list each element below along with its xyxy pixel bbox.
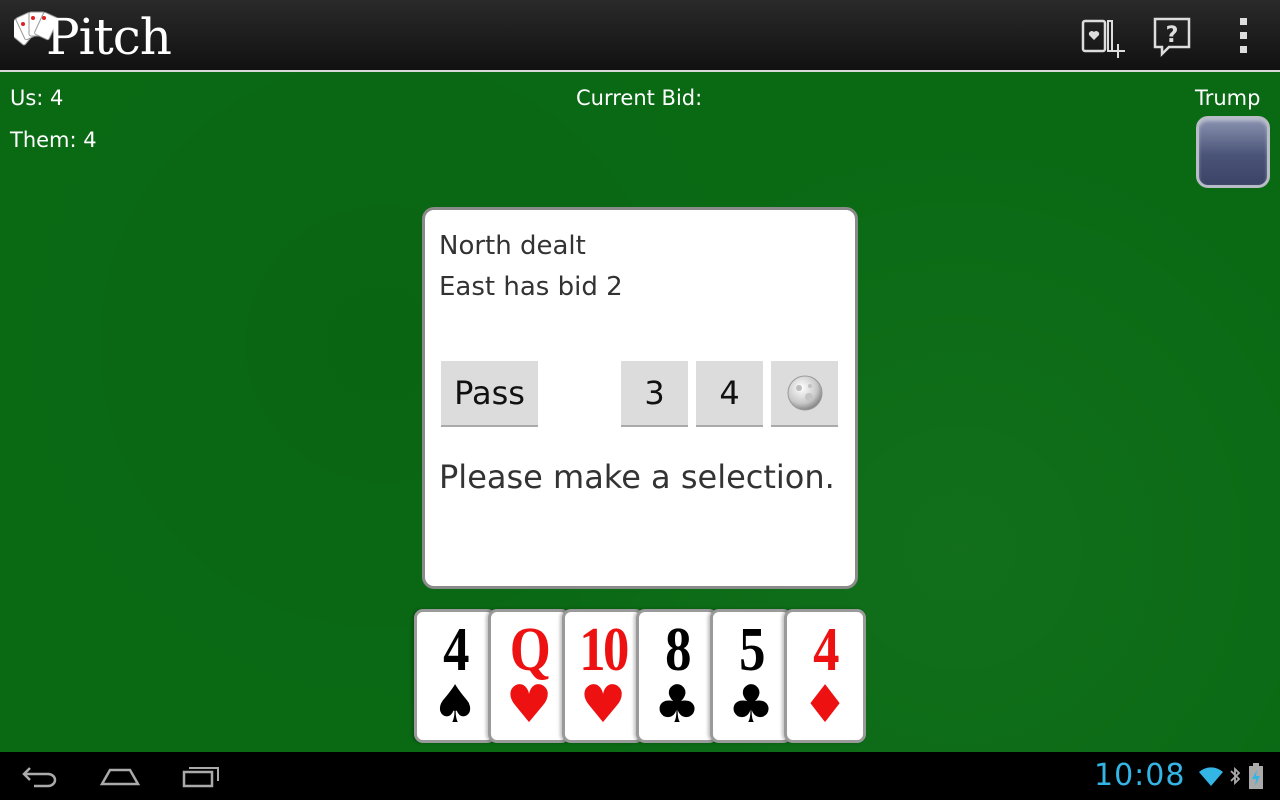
- card-4-diamonds[interactable]: 4 ♦: [784, 609, 866, 743]
- card-4-spades[interactable]: 4 ♠: [414, 609, 496, 743]
- overflow-menu-button[interactable]: [1220, 12, 1268, 60]
- message-dealer: North dealt: [439, 231, 586, 261]
- shoot-moon-button[interactable]: [771, 361, 838, 427]
- recent-apps-icon: [182, 767, 219, 788]
- trump-label: Trump: [1195, 86, 1261, 110]
- app-title: Pitch: [46, 8, 172, 66]
- svg-text:?: ?: [1166, 23, 1179, 48]
- selection-prompt: Please make a selection.: [439, 458, 835, 496]
- clock: 10:08: [1094, 758, 1186, 793]
- message-last-bid: East has bid 2: [439, 272, 623, 302]
- heart-icon: ♥: [579, 675, 627, 735]
- recent-apps-button[interactable]: [176, 760, 224, 792]
- overflow-menu-icon: [1240, 18, 1247, 53]
- action-bar: Pitch ?: [0, 0, 1280, 72]
- bluetooth-icon: [1230, 766, 1241, 786]
- club-icon: ♣: [727, 675, 775, 735]
- back-button[interactable]: [16, 760, 64, 792]
- battery-icon: [1249, 763, 1263, 789]
- us-score: Us: 4: [10, 86, 64, 110]
- home-icon: [99, 768, 141, 786]
- home-button[interactable]: [96, 760, 144, 792]
- current-bid-label: Current Bid:: [576, 86, 703, 110]
- help-button[interactable]: ?: [1148, 12, 1196, 60]
- card-5-clubs[interactable]: 5 ♣: [710, 609, 792, 743]
- new-deal-button[interactable]: [1078, 12, 1126, 60]
- system-nav-bar: 10:08: [0, 752, 1280, 800]
- trump-indicator: [1196, 116, 1270, 188]
- card-queen-hearts[interactable]: Q ♥: [488, 609, 570, 743]
- help-icon: ?: [1153, 17, 1191, 58]
- bid-4-button[interactable]: 4: [696, 361, 763, 427]
- new-deal-icon: [1081, 19, 1125, 58]
- moon-icon: [787, 375, 822, 411]
- diamond-icon: ♦: [801, 675, 849, 735]
- them-score: Them: 4: [10, 128, 97, 152]
- back-icon: [22, 767, 57, 788]
- bid-dialog: North dealt East has bid 2 Pass 3 4 Plea…: [422, 207, 858, 589]
- spade-icon: ♠: [431, 675, 479, 735]
- card-10-hearts[interactable]: 10 ♥: [562, 609, 644, 743]
- bid-3-button[interactable]: 3: [621, 361, 688, 427]
- pass-button[interactable]: Pass: [441, 361, 538, 427]
- wifi-icon: [1199, 767, 1223, 786]
- heart-icon: ♥: [505, 675, 553, 735]
- club-icon: ♣: [653, 675, 701, 735]
- card-8-clubs[interactable]: 8 ♣: [636, 609, 718, 743]
